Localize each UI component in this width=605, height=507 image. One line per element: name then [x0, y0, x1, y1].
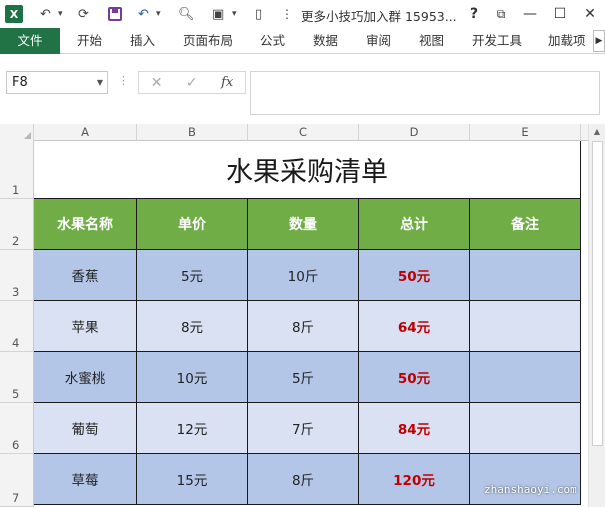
table-cell[interactable]: 香蕉: [34, 250, 137, 301]
table-cell[interactable]: 水蜜桃: [34, 352, 137, 403]
table-cell[interactable]: [470, 454, 581, 505]
row-header-6[interactable]: 6: [0, 403, 34, 454]
formula-bar: F8 ▼ ⋮ ✕ ✓ fx: [0, 54, 605, 124]
table-cell[interactable]: 15元: [137, 454, 248, 505]
title-bar: X ↶ ▾ ⟳ ↶ ▾ 🔍︎ ▣ ▾ ▯ ⋮ 更多小技巧加入群 15953...…: [0, 0, 605, 28]
sheet-title-cell[interactable]: 水果采购清单: [34, 141, 581, 199]
table-cell[interactable]: 12元: [137, 403, 248, 454]
ribbon-scroll-right-icon[interactable]: ▶: [593, 30, 605, 52]
insert-function-icon[interactable]: fx: [221, 75, 233, 90]
tab-page-layout[interactable]: 页面布局: [183, 28, 233, 54]
table-cell[interactable]: 10元: [137, 352, 248, 403]
minimize-icon[interactable]: —: [520, 4, 540, 24]
table-cell[interactable]: 葡萄: [34, 403, 137, 454]
table-cell[interactable]: 8斤: [248, 454, 359, 505]
table-cell[interactable]: 5元: [137, 250, 248, 301]
tab-home[interactable]: 开始: [77, 28, 102, 54]
enter-formula-icon[interactable]: ✓: [186, 75, 198, 91]
total-cell[interactable]: 64元: [359, 301, 470, 352]
select-all-button[interactable]: [0, 124, 34, 141]
name-box[interactable]: F8 ▼: [6, 71, 108, 94]
column-headers: A B C D E: [0, 124, 605, 141]
row-header-7[interactable]: 7: [0, 454, 34, 507]
undo-icon[interactable]: ↶: [138, 5, 149, 23]
tab-insert[interactable]: 插入: [130, 28, 155, 54]
tab-data[interactable]: 数据: [313, 28, 338, 54]
watermark-text: zhanshaoyi.com: [484, 483, 577, 496]
row-header-3[interactable]: 3: [0, 250, 34, 301]
tab-formulas[interactable]: 公式: [260, 28, 285, 54]
row-header-4[interactable]: 4: [0, 301, 34, 352]
vertical-scrollbar[interactable]: ▲: [588, 124, 605, 507]
excel-logo-icon: X: [5, 5, 23, 23]
column-header-e[interactable]: E: [470, 124, 581, 141]
dropdown-arrow-icon[interactable]: ▾: [58, 5, 63, 23]
total-cell[interactable]: 84元: [359, 403, 470, 454]
scroll-up-icon[interactable]: ▲: [591, 126, 603, 138]
name-box-value: F8: [12, 75, 28, 90]
more-commands-icon[interactable]: ⋮: [281, 5, 293, 23]
column-header-d[interactable]: D: [359, 124, 470, 141]
formula-bar-grip-icon[interactable]: ⋮: [118, 74, 129, 87]
window-title: 更多小技巧加入群 15953...: [301, 9, 457, 24]
header-cell-total[interactable]: 总计: [359, 199, 470, 250]
header-cell-fruit[interactable]: 水果名称: [34, 199, 137, 250]
tab-addins[interactable]: 加载项: [548, 28, 586, 54]
column-header-c[interactable]: C: [248, 124, 359, 141]
tab-review[interactable]: 审阅: [366, 28, 391, 54]
ribbon-display-icon[interactable]: ⧉: [491, 4, 511, 24]
total-cell[interactable]: 50元: [359, 250, 470, 301]
ribbon-tabs: 文件 开始 插入 页面布局 公式 数据 审阅 视图 开发工具 加载项 ▶: [0, 28, 605, 54]
new-document-icon[interactable]: ▯: [255, 5, 262, 23]
row-header-1[interactable]: 1: [0, 141, 34, 199]
formula-input[interactable]: [250, 71, 600, 115]
toolbox-icon[interactable]: ▣: [212, 5, 224, 23]
table-cell[interactable]: [470, 352, 581, 403]
total-cell[interactable]: 50元: [359, 352, 470, 403]
table-cell[interactable]: 5斤: [248, 352, 359, 403]
table-cell[interactable]: 8斤: [248, 301, 359, 352]
tab-file[interactable]: 文件: [0, 28, 60, 54]
sync-icon[interactable]: ⟳: [78, 5, 89, 23]
table-cell[interactable]: 7斤: [248, 403, 359, 454]
undo-dropdown-icon[interactable]: ▾: [156, 5, 161, 23]
table-cell[interactable]: [470, 301, 581, 352]
save-icon[interactable]: [108, 5, 122, 23]
column-header-a[interactable]: A: [34, 124, 137, 141]
header-cell-quantity[interactable]: 数量: [248, 199, 359, 250]
help-icon[interactable]: ?: [464, 4, 484, 24]
header-cell-notes[interactable]: 备注: [470, 199, 581, 250]
formula-buttons: ✕ ✓ fx: [138, 71, 246, 94]
table-cell[interactable]: 10斤: [248, 250, 359, 301]
row-header-2[interactable]: 2: [0, 199, 34, 250]
cancel-formula-icon[interactable]: ✕: [151, 75, 163, 91]
close-icon[interactable]: ✕: [580, 4, 600, 24]
tab-view[interactable]: 视图: [419, 28, 444, 54]
worksheet-grid: 水果采购清单 水果名称 单价 数量 总计 备注 香蕉 5元 10斤 50元 苹果…: [34, 141, 582, 507]
print-preview-icon[interactable]: 🔍︎: [178, 5, 195, 23]
total-cell[interactable]: 120元: [359, 454, 470, 505]
name-box-dropdown-icon[interactable]: ▼: [97, 72, 103, 93]
undo-disabled-icon: ↶: [40, 6, 51, 22]
table-cell[interactable]: 苹果: [34, 301, 137, 352]
row-header-5[interactable]: 5: [0, 352, 34, 403]
table-cell[interactable]: [470, 403, 581, 454]
customize-dropdown-icon[interactable]: ▾: [232, 5, 237, 23]
tab-developer[interactable]: 开发工具: [472, 28, 522, 54]
column-header-b[interactable]: B: [137, 124, 248, 141]
scrollbar-thumb[interactable]: [592, 141, 603, 446]
table-cell[interactable]: 草莓: [34, 454, 137, 505]
table-cell[interactable]: [470, 250, 581, 301]
maximize-icon[interactable]: ☐: [550, 4, 570, 24]
table-cell[interactable]: 8元: [137, 301, 248, 352]
header-cell-price[interactable]: 单价: [137, 199, 248, 250]
